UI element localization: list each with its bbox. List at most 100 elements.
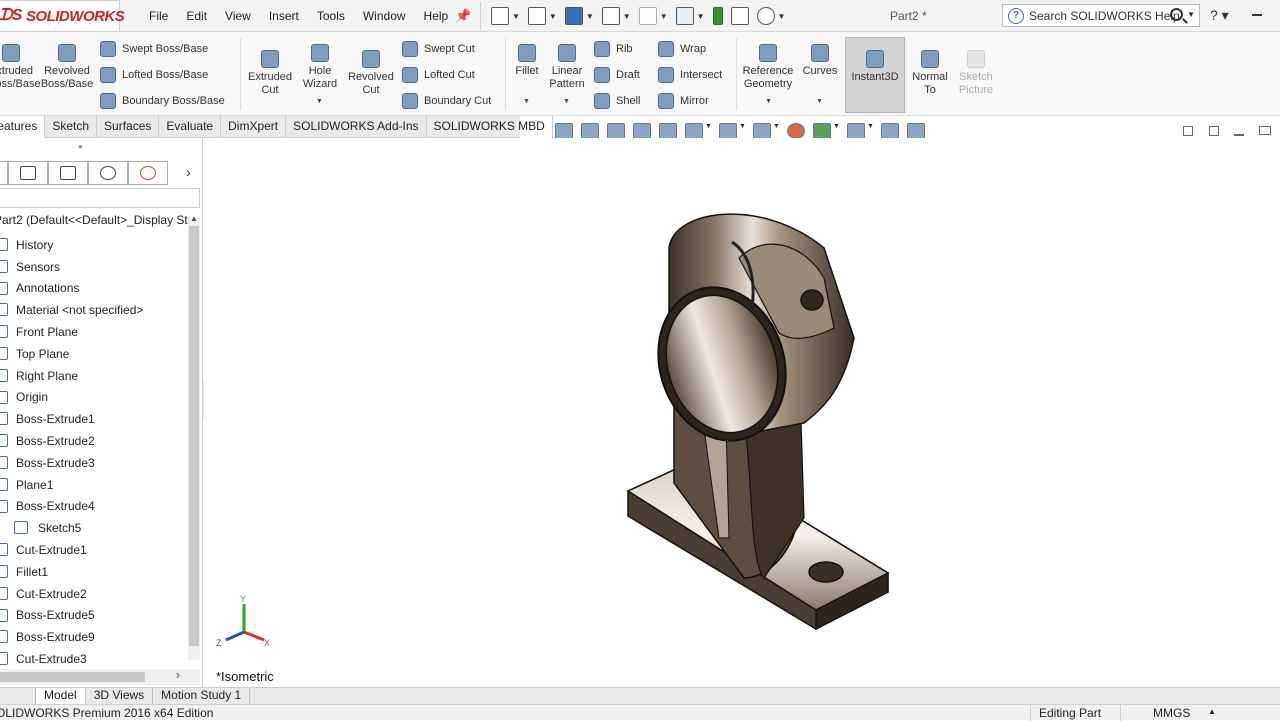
dynamic-annotation-icon[interactable]: [659, 123, 677, 139]
scrollbar-thumb[interactable]: [189, 226, 199, 646]
chevron-down-icon[interactable]: ▼: [563, 98, 570, 105]
tree-item[interactable]: Boss-Extrude4: [0, 496, 188, 518]
tree-item[interactable]: Origin: [0, 387, 188, 409]
menu-view[interactable]: View: [225, 9, 251, 23]
tree-root-part[interactable]: Part2 (Default<<Default>_Display State 1…: [0, 213, 190, 227]
swept-boss-button[interactable]: Swept Boss/Base: [100, 41, 208, 57]
minimize-pane-icon[interactable]: [1234, 134, 1244, 136]
undo-button[interactable]: ▼: [638, 7, 668, 25]
tree-item[interactable]: Plane1: [0, 474, 188, 496]
tree-item[interactable]: Front Plane: [0, 321, 188, 343]
linear-pattern-button[interactable]: Linear Pattern: [546, 44, 588, 91]
graphics-area[interactable]: Y X Z *Isometric: [204, 138, 1280, 687]
shell-button[interactable]: Shell: [594, 93, 640, 109]
menu-insert[interactable]: Insert: [269, 9, 299, 23]
chevron-down-icon[interactable]: ▼: [867, 123, 874, 139]
tree-item[interactable]: Cut-Extrude1: [0, 539, 188, 561]
tree-filter-input[interactable]: [0, 188, 200, 208]
chevron-right-icon[interactable]: ›: [186, 164, 191, 180]
tree-vertical-scrollbar[interactable]: ▲: [188, 214, 200, 660]
dimxpertmanager-tab[interactable]: [88, 161, 128, 185]
revolved-cut-button[interactable]: Revolved Cut: [344, 50, 398, 97]
view-settings-icon[interactable]: [847, 123, 865, 139]
normal-to-button[interactable]: Normal To: [908, 50, 952, 97]
hide-show-items-icon[interactable]: [753, 123, 771, 139]
help-menu-button[interactable]: ? ▾: [1210, 7, 1229, 24]
tree-item[interactable]: History: [0, 234, 188, 256]
chevron-down-icon[interactable]: ▼: [705, 123, 712, 139]
tree-item[interactable]: Top Plane: [0, 343, 188, 365]
normal-to-view-icon[interactable]: [907, 123, 925, 139]
draft-button[interactable]: Draft: [594, 67, 640, 83]
chevron-up-icon[interactable]: ▲: [1208, 707, 1216, 716]
select-button[interactable]: ▼: [675, 7, 705, 25]
part-model[interactable]: [204, 138, 1280, 687]
configurationmanager-tab[interactable]: [48, 161, 88, 185]
tab-mbd[interactable]: SOLIDWORKS MBD: [427, 116, 553, 138]
tab-motion-study[interactable]: Motion Study 1: [153, 688, 251, 704]
minimize-icon[interactable]: [1252, 14, 1262, 16]
help-search[interactable]: ? Search SOLIDWORKS Help ▼: [1002, 4, 1200, 27]
tab-navigation-arrows[interactable]: [0, 688, 36, 704]
split-pane-icon[interactable]: [1209, 126, 1219, 136]
tree-item[interactable]: Annotations: [0, 278, 188, 300]
tab-features[interactable]: Features: [0, 116, 46, 138]
menu-edit[interactable]: Edit: [186, 9, 207, 23]
chevron-right-icon[interactable]: ›: [176, 668, 180, 682]
tab-evaluate[interactable]: Evaluate: [159, 116, 222, 138]
tree-horizontal-scrollbar[interactable]: ›: [0, 668, 200, 685]
tree-item[interactable]: Cut-Extrude2: [0, 583, 188, 605]
tree-item[interactable]: Boss-Extrude5: [0, 605, 188, 627]
menu-file[interactable]: File: [149, 9, 168, 23]
mirror-button[interactable]: Mirror: [658, 93, 709, 109]
tab-add-ins[interactable]: SOLIDWORKS Add-Ins: [286, 116, 427, 138]
zoom-to-area-icon[interactable]: [581, 123, 599, 139]
print-button[interactable]: ▼: [601, 7, 631, 25]
unit-system[interactable]: MMGS: [1153, 706, 1190, 720]
revolved-boss-button[interactable]: Revolved Boss/Base: [38, 44, 96, 91]
new-document-button[interactable]: ▼: [491, 7, 520, 25]
zoom-to-fit-icon[interactable]: [555, 123, 573, 139]
displaymanager-tab[interactable]: [128, 161, 168, 185]
tree-item[interactable]: Right Plane: [0, 365, 188, 387]
display-style-icon[interactable]: [719, 123, 737, 139]
chevron-down-icon[interactable]: ▼: [1187, 10, 1195, 19]
save-button[interactable]: ▼: [564, 7, 594, 25]
reference-geometry-button[interactable]: Reference Geometry: [740, 44, 796, 91]
curves-button[interactable]: Curves: [800, 44, 840, 78]
chevron-up-icon[interactable]: ▲: [190, 214, 198, 223]
tab-sketch[interactable]: Sketch: [45, 116, 98, 138]
boundary-boss-button[interactable]: Boundary Boss/Base: [100, 93, 225, 109]
rib-button[interactable]: Rib: [594, 41, 633, 57]
sketch-picture-button[interactable]: Sketch Picture: [954, 50, 998, 97]
fillet-button[interactable]: Fillet: [510, 44, 544, 78]
tree-item[interactable]: Boss-Extrude3: [0, 452, 188, 474]
chevron-down-icon[interactable]: ▼: [816, 98, 823, 105]
previous-view-icon[interactable]: [607, 123, 625, 139]
tree-item[interactable]: Fillet1: [0, 561, 188, 583]
menu-window[interactable]: Window: [363, 9, 406, 23]
tab-3d-views[interactable]: 3D Views: [86, 688, 154, 704]
swept-cut-button[interactable]: Swept Cut: [402, 41, 475, 57]
menu-tools[interactable]: Tools: [317, 9, 345, 23]
section-view-icon[interactable]: [633, 123, 651, 139]
maximize-pane-icon[interactable]: [1259, 126, 1271, 135]
apply-scene-icon[interactable]: [813, 123, 831, 139]
tree-item[interactable]: Boss-Extrude9: [0, 626, 188, 648]
zoom-icon[interactable]: [881, 123, 899, 139]
tab-model[interactable]: Model: [36, 688, 86, 704]
view-orientation-icon[interactable]: [685, 123, 703, 139]
tab-surfaces[interactable]: Surfaces: [97, 116, 160, 138]
open-button[interactable]: ▼: [527, 7, 557, 25]
panel-drag-handle[interactable]: ●: [78, 142, 83, 151]
extruded-boss-button[interactable]: Extruded Boss/Base: [0, 44, 41, 91]
lofted-boss-button[interactable]: Lofted Boss/Base: [100, 67, 208, 83]
solidworks-logo[interactable]: ᗪS SOLIDWORKS: [0, 0, 125, 32]
chevron-down-icon[interactable]: ▼: [773, 123, 780, 139]
chevron-down-icon[interactable]: ▼: [833, 123, 840, 139]
restore-pane-icon[interactable]: [1183, 126, 1193, 136]
wrap-button[interactable]: Wrap: [658, 41, 706, 57]
rebuild-button[interactable]: [712, 7, 723, 25]
tree-item[interactable]: Material <not specified>: [0, 299, 188, 321]
featuremanager-tab[interactable]: [0, 161, 8, 185]
